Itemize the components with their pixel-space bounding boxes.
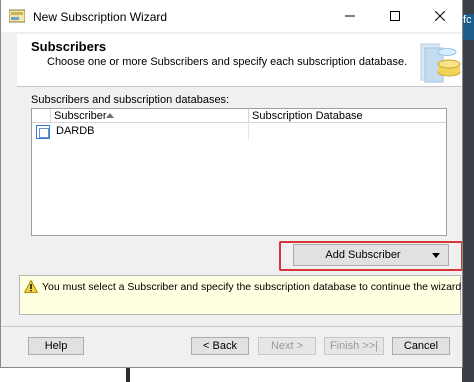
table-row[interactable]: DARDB: [32, 124, 446, 140]
finish-button[interactable]: Finish >>|: [324, 337, 384, 355]
cell-divider: [248, 124, 249, 140]
warning-message-text: You must select a Subscriber and specify…: [42, 281, 463, 293]
footer-divider: [1, 326, 462, 327]
title-bar[interactable]: New Subscription Wizard: [1, 0, 462, 32]
header-divider: [17, 86, 462, 87]
background-divider: [126, 366, 130, 382]
subscriber-name-cell: DARDB: [56, 125, 95, 137]
wizard-app-icon: [9, 9, 25, 23]
add-subscriber-button[interactable]: Add Subscriber: [293, 244, 449, 266]
subscribers-list-label: Subscribers and subscription databases:: [31, 94, 230, 106]
add-subscriber-label: Add Subscriber: [325, 249, 401, 261]
background-fragment-text: fc: [463, 14, 472, 26]
maximize-button[interactable]: [372, 0, 417, 32]
row-header-divider: [50, 109, 51, 123]
close-icon: [434, 11, 445, 21]
help-label: Help: [44, 340, 68, 352]
subscribers-grid[interactable]: Subscriber Subscription Database DARDB: [31, 108, 447, 236]
subscriber-checkbox[interactable]: [36, 125, 50, 139]
dropdown-arrow-icon: [432, 253, 440, 258]
wizard-window: New Subscription Wizard Subscribers Choo…: [0, 0, 463, 368]
warning-icon: [24, 280, 38, 293]
minimize-icon: [344, 15, 355, 17]
warning-message-box: You must select a Subscriber and specify…: [19, 275, 463, 315]
page-description: Choose one or more Subscribers and speci…: [47, 56, 408, 68]
column-header-subscriber[interactable]: Subscriber: [54, 110, 107, 122]
maximize-icon: [389, 11, 400, 21]
finish-label: Finish >>|: [329, 340, 379, 352]
back-button[interactable]: < Back: [191, 337, 249, 355]
page-header: Subscribers Choose one or more Subscribe…: [17, 34, 462, 86]
background-desktop: [462, 0, 474, 382]
help-button[interactable]: Help: [28, 337, 84, 355]
next-button[interactable]: Next >: [258, 337, 316, 355]
column-header-subscription-database[interactable]: Subscription Database: [252, 110, 363, 122]
grid-header: Subscriber Subscription Database: [32, 109, 446, 123]
page-title: Subscribers: [31, 39, 107, 54]
next-label: Next >: [270, 340, 304, 352]
minimize-button[interactable]: [327, 0, 372, 32]
back-label: < Back: [203, 340, 237, 352]
background-window-fragment: fc: [463, 14, 474, 40]
sort-ascending-icon: [106, 113, 114, 118]
column-divider[interactable]: [248, 109, 249, 123]
database-illustration-icon: [420, 43, 461, 83]
window-title: New Subscription Wizard: [33, 10, 168, 24]
cancel-button[interactable]: Cancel: [392, 337, 450, 355]
cancel-label: Cancel: [403, 340, 439, 352]
close-button[interactable]: [417, 0, 462, 32]
